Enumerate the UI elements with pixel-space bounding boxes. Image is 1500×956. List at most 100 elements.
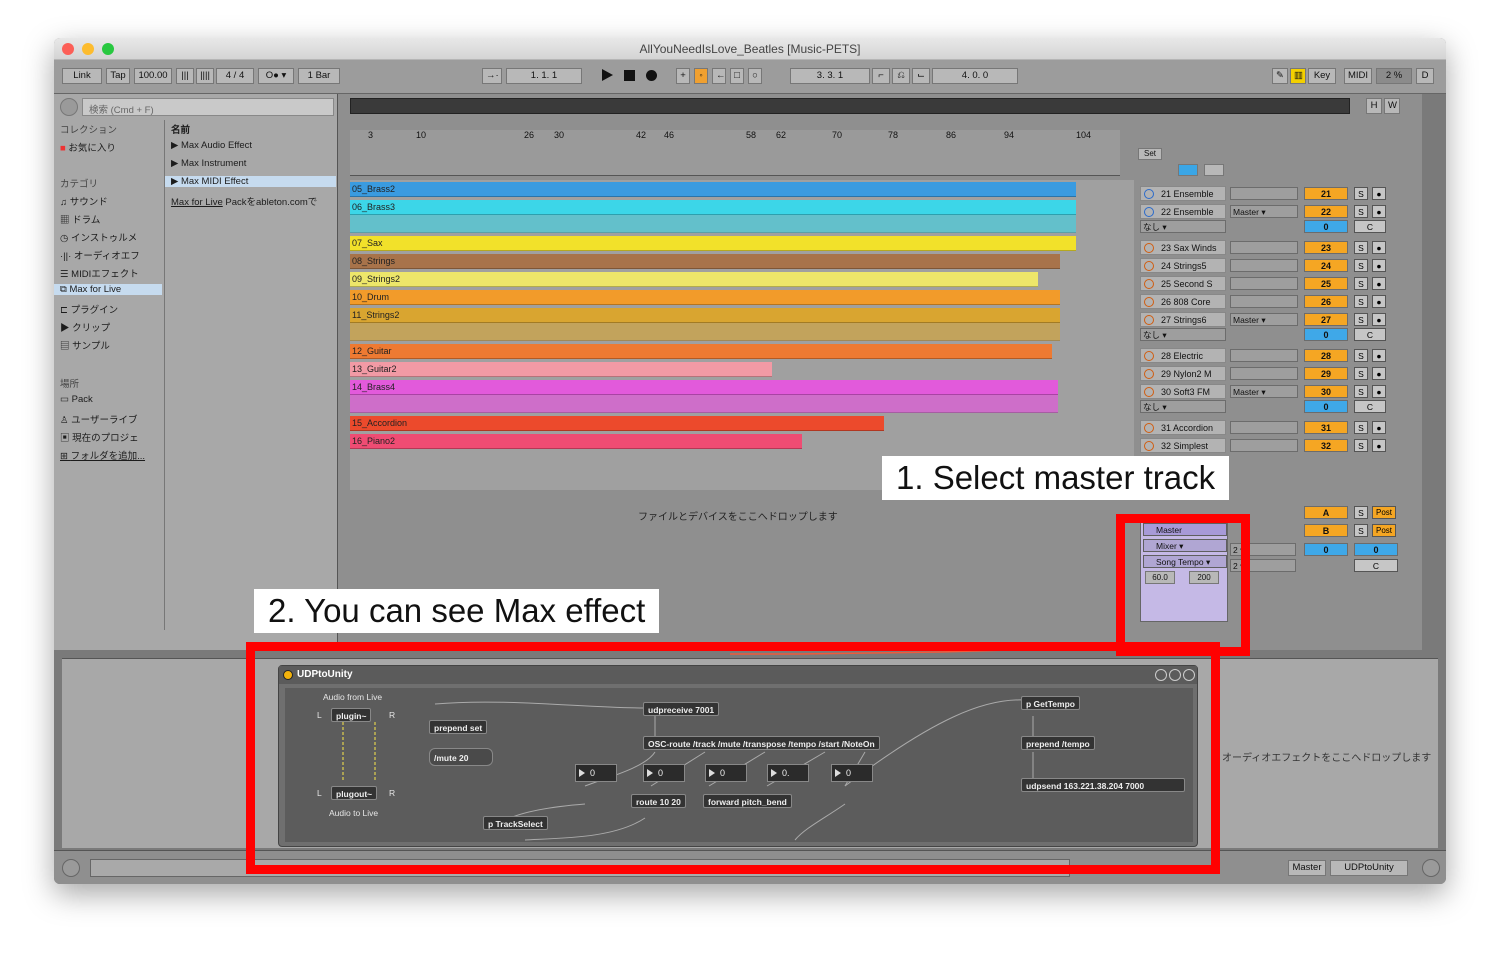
pack-link[interactable]: Max for Live Packをableton.comで <box>171 194 337 208</box>
clip-6-automation[interactable] <box>350 323 1060 341</box>
browser-toggle-icon[interactable] <box>60 98 78 116</box>
track-number-button[interactable]: 29 <box>1304 367 1348 380</box>
w-button[interactable]: W <box>1384 98 1400 114</box>
track-header-row[interactable]: 26 808 Core 26 S ● <box>1136 294 1416 309</box>
session-record-icon[interactable]: □ <box>730 68 744 84</box>
arm-icon[interactable]: ● <box>1372 367 1386 380</box>
track-activator-icon[interactable] <box>1144 207 1154 217</box>
solo-button[interactable]: S <box>1354 205 1368 218</box>
arm-icon[interactable]: ● <box>1372 241 1386 254</box>
pre-post-toggle[interactable]: Post <box>1372 506 1396 519</box>
expand-icon[interactable] <box>1422 859 1440 877</box>
track-input-select[interactable]: なし ▾ <box>1140 400 1226 413</box>
nudge-icon[interactable]: |||| <box>196 68 214 84</box>
quantize-select[interactable]: 1 Bar <box>298 68 340 84</box>
arm-icon[interactable]: ● <box>1372 259 1386 272</box>
track-output-select[interactable] <box>1230 349 1298 362</box>
track-activator-icon[interactable] <box>1144 369 1154 379</box>
track-output-select[interactable] <box>1230 187 1298 200</box>
solo-button[interactable]: S <box>1354 439 1368 452</box>
arrangement-overview[interactable] <box>350 98 1350 114</box>
draw-mode-icon[interactable]: ✎ <box>1272 68 1288 84</box>
track-header-row[interactable]: 24 Strings5 24 S ● <box>1136 258 1416 273</box>
track-output-select[interactable]: Master ▾ <box>1230 205 1298 218</box>
clip-8[interactable]: 13_Guitar2 <box>350 362 772 377</box>
track-volume-field[interactable]: 0 <box>1304 400 1348 413</box>
search-input[interactable]: 検索 (Cmd + F) <box>82 98 334 116</box>
track-activator-icon[interactable] <box>1144 441 1154 451</box>
arm-icon[interactable]: ● <box>1372 439 1386 452</box>
sidebar-item-clips[interactable]: ▶ クリップ <box>60 320 110 334</box>
sidebar-item-plugins[interactable]: ⊏ プラグイン <box>60 302 118 316</box>
punch-out-icon[interactable]: ⌙ <box>912 68 930 84</box>
track-activator-icon[interactable] <box>1144 189 1154 199</box>
solo-button[interactable]: S <box>1354 385 1368 398</box>
expand-icon[interactable] <box>62 859 80 877</box>
clip-11[interactable]: 16_Piano2 <box>350 434 802 449</box>
track-header-row[interactable]: 21 Ensemble 21 S ● <box>1136 186 1416 201</box>
list-item[interactable]: ▶ Max Audio Effect <box>171 140 252 151</box>
track-name[interactable]: 24 Strings5 <box>1140 258 1226 273</box>
link-button[interactable]: Link <box>62 68 102 84</box>
track-activator-icon[interactable] <box>1144 243 1154 253</box>
track-header-row[interactable]: 32 Simplest 32 S ● <box>1136 438 1416 453</box>
sidebar-item-user-library[interactable]: ♙ ユーザーライブ <box>60 412 137 426</box>
automation-arm-icon[interactable]: ◦ <box>694 68 708 84</box>
return-track-button[interactable]: A <box>1304 506 1348 519</box>
track-output-select[interactable] <box>1230 241 1298 254</box>
set-button[interactable]: Set <box>1138 148 1162 160</box>
sidebar-item-sounds[interactable]: ♫ サウンド <box>60 194 108 208</box>
solo-button[interactable]: S <box>1354 349 1368 362</box>
list-item[interactable]: ▶ Max MIDI Effect <box>165 176 336 187</box>
sidebar-item-add-folder[interactable]: ⊞ フォルダを追加... <box>60 448 145 462</box>
tempo-field[interactable]: 100.00 <box>134 68 172 84</box>
track-output-select[interactable] <box>1230 277 1298 290</box>
arm-icon[interactable]: ● <box>1372 313 1386 326</box>
track-activator-icon[interactable] <box>1144 315 1154 325</box>
solo-button[interactable]: S <box>1354 313 1368 326</box>
track-number-button[interactable]: 25 <box>1304 277 1348 290</box>
master-volume-field[interactable]: 0 <box>1304 543 1348 556</box>
solo-button[interactable]: S <box>1354 367 1368 380</box>
track-name[interactable]: 21 Ensemble <box>1140 186 1226 201</box>
track-header-row[interactable]: 30 Soft3 FM Master ▾ 30 S ● <box>1136 384 1416 399</box>
track-name[interactable]: 30 Soft3 FM <box>1140 384 1226 399</box>
loop-start-field[interactable]: 3. 3. 1 <box>790 68 870 84</box>
clip-1-automation[interactable] <box>350 215 1076 233</box>
track-pan-field[interactable]: C <box>1354 220 1386 233</box>
play-icon[interactable] <box>602 69 613 81</box>
sidebar-item-drums[interactable]: ▦ ドラム <box>60 212 100 226</box>
solo-button[interactable]: S <box>1354 506 1368 519</box>
track-name[interactable]: 26 808 Core <box>1140 294 1226 309</box>
track-output-select[interactable]: Master ▾ <box>1230 385 1298 398</box>
arm-icon[interactable]: ● <box>1372 421 1386 434</box>
track-name[interactable]: 32 Simplest <box>1140 438 1226 453</box>
clip-2[interactable]: 07_Sax <box>350 236 1076 251</box>
list-item[interactable]: ▶ Max Instrument <box>171 158 246 169</box>
track-pan-field[interactable]: C <box>1354 400 1386 413</box>
return-track-button[interactable]: B <box>1304 524 1348 537</box>
track-output-select[interactable] <box>1230 295 1298 308</box>
computer-keyboard-icon[interactable]: ▥ <box>1290 68 1306 84</box>
track-output-select[interactable]: Master ▾ <box>1230 313 1298 326</box>
track-name[interactable]: 31 Accordion <box>1140 420 1226 435</box>
sidebar-item-packs[interactable]: ▭ Pack <box>60 394 93 405</box>
time-signature-field[interactable]: 4 / 4 <box>216 68 254 84</box>
clip-6[interactable]: 11_Strings2 <box>350 308 1060 323</box>
lock-icon[interactable] <box>1204 164 1224 176</box>
clip-7[interactable]: 12_Guitar <box>350 344 1052 359</box>
pre-post-toggle[interactable]: Post <box>1372 524 1396 537</box>
clip-10[interactable]: 15_Accordion <box>350 416 884 431</box>
track-name[interactable]: 27 Strings6 <box>1140 312 1226 327</box>
stop-icon[interactable] <box>624 70 635 81</box>
track-activator-icon[interactable] <box>1144 297 1154 307</box>
track-header-row[interactable]: 23 Sax Winds 23 S ● <box>1136 240 1416 255</box>
track-header-row[interactable]: 22 Ensemble Master ▾ 22 S ● <box>1136 204 1416 219</box>
loop-length-field[interactable]: 4. 0. 0 <box>932 68 1018 84</box>
track-number-button[interactable]: 26 <box>1304 295 1348 308</box>
loop-icon[interactable]: ○ <box>748 68 762 84</box>
track-volume-field[interactable]: 0 <box>1304 328 1348 341</box>
arrangement-record-icon[interactable] <box>1178 164 1198 176</box>
back-to-arrangement-icon[interactable]: ← <box>712 68 726 84</box>
beat-time-ruler[interactable]: 3 10 26 30 42 46 58 62 70 78 86 94 104 <box>350 130 1120 176</box>
